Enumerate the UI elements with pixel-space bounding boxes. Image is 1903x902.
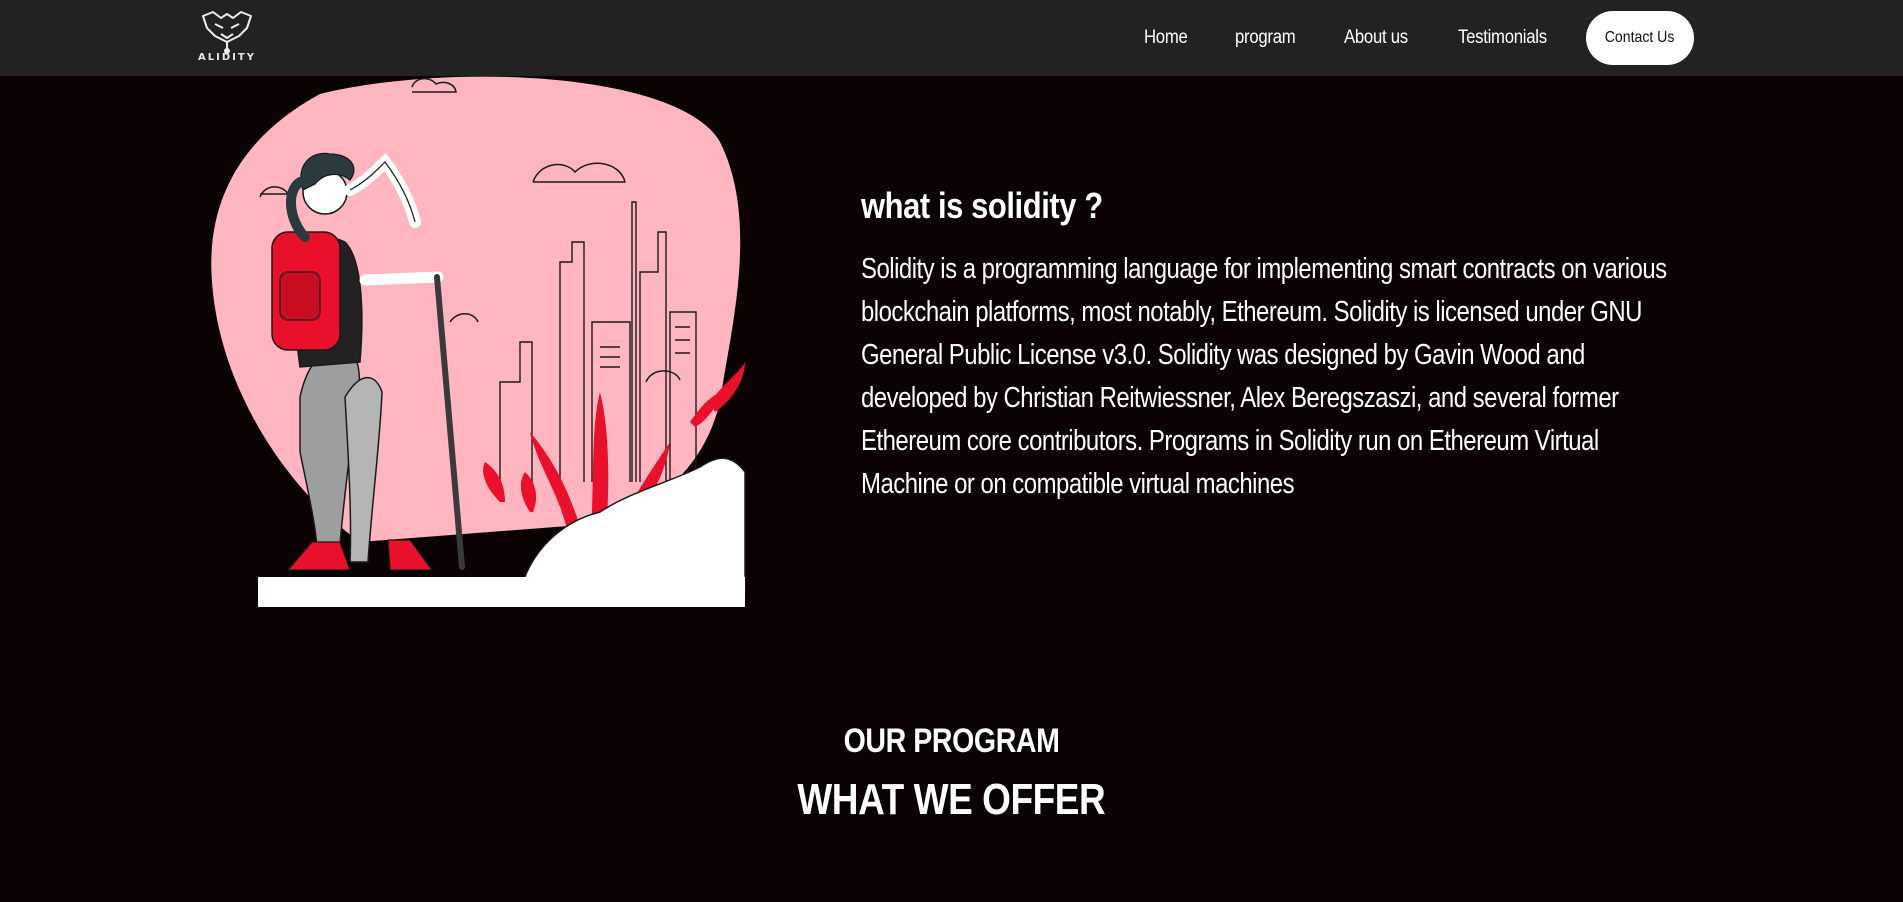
- nav-menu: Home program About us Testimonials Conta…: [1144, 0, 1694, 76]
- hiker-illustration: [211, 76, 746, 607]
- program-title-text: WHAT WE OFFER: [797, 775, 1106, 824]
- lion-logo-icon: [202, 11, 252, 54]
- nav-link-about-us[interactable]: About us: [1344, 27, 1408, 49]
- about-description: Solidity is a programming language for i…: [861, 253, 1667, 500]
- brand-logo[interactable]: ALIDITY: [195, 8, 259, 68]
- nav-link-home[interactable]: Home: [1144, 27, 1188, 49]
- program-label: OUR PROGRAM: [0, 722, 1903, 761]
- contact-us-button[interactable]: Contact Us: [1586, 11, 1694, 65]
- top-navbar: ALIDITY Home program About us Testimonia…: [0, 0, 1903, 76]
- ground-bar: [258, 577, 745, 607]
- program-label-text: OUR PROGRAM: [843, 722, 1060, 760]
- program-title: WHAT WE OFFER: [0, 775, 1903, 825]
- nav-link-program[interactable]: program: [1235, 27, 1296, 49]
- contact-us-label: Contact Us: [1605, 29, 1675, 46]
- about-title: what is solidity ?: [861, 185, 1103, 226]
- nav-link-testimonials[interactable]: Testimonials: [1458, 27, 1547, 49]
- logo-text: ALIDITY: [198, 52, 256, 63]
